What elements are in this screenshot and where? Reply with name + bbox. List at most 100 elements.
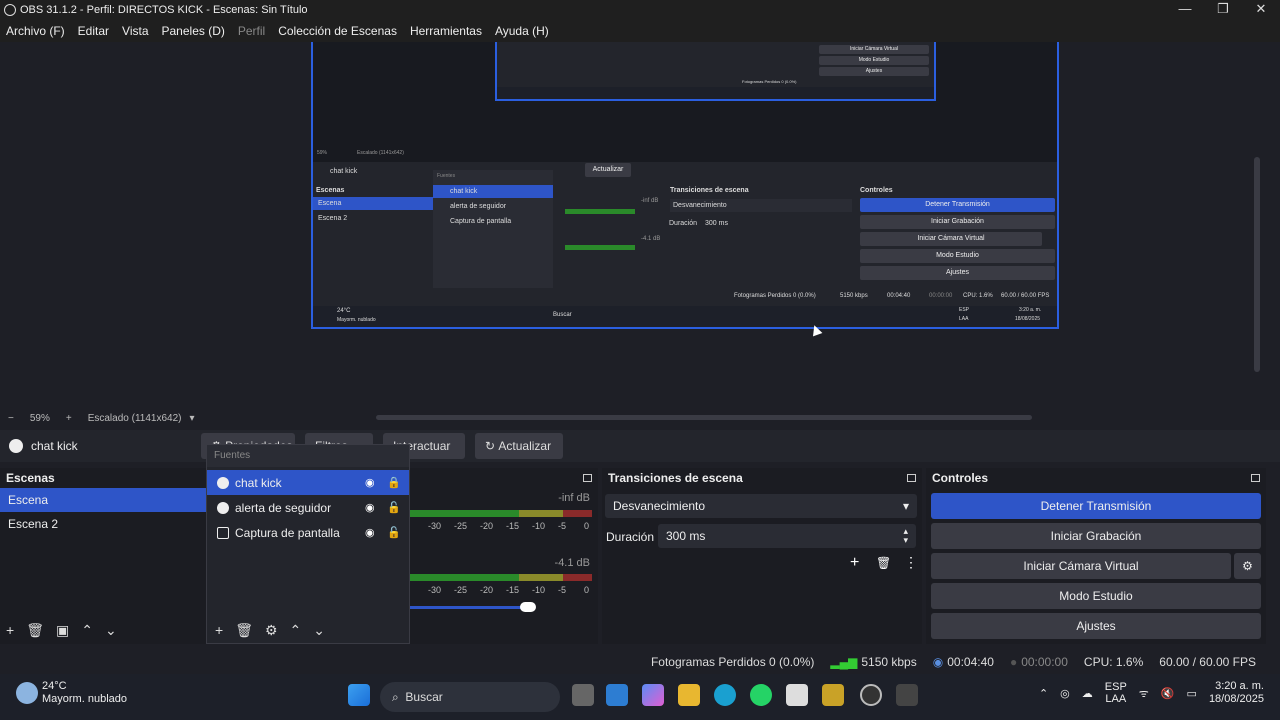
minimize-button[interactable]: — [1166, 0, 1204, 20]
horizontal-scroll-thumb[interactable] [376, 415, 1032, 420]
fps-counter: 60.00 / 60.00 FPS [1159, 655, 1256, 669]
language-indicator[interactable]: ESP LAA [1105, 681, 1127, 705]
move-up-icon[interactable]: ⌃ [290, 622, 302, 639]
window-controls: — ❐ ✕ [1166, 0, 1280, 20]
move-down-icon[interactable]: ⌄ [105, 622, 117, 639]
menu-perfil[interactable]: Perfil [238, 24, 265, 38]
close-button[interactable]: ✕ [1242, 0, 1280, 20]
mini-virtual-cam: Iniciar Cámara Virtual [819, 45, 929, 54]
inner-refresh: Actualizar [585, 163, 631, 177]
more-options-icon[interactable]: ⋮ [904, 554, 918, 571]
game-icon[interactable] [822, 684, 844, 706]
source-item-captura[interactable]: Captura de pantalla ◉ 🔓 [207, 520, 409, 545]
inner-lang2: LAA [959, 316, 969, 322]
preview-area[interactable]: Iniciar Cámara Virtual Modo Estudio Ajus… [0, 42, 1252, 410]
visibility-eye-icon[interactable]: ◉ [365, 476, 377, 489]
vertical-scroll-thumb[interactable] [1254, 157, 1260, 372]
inner-start-rec: Iniciar Grabación [860, 215, 1055, 229]
mixer-header [410, 468, 598, 488]
refresh-button[interactable]: ↻ Actualizar [475, 433, 563, 459]
volume-slider-handle[interactable] [520, 602, 536, 612]
menu-archivo[interactable]: Archivo (F) [6, 24, 65, 38]
scene-filters-icon[interactable]: ▣ [56, 622, 69, 639]
remove-source-icon[interactable]: 🗑 [235, 622, 253, 639]
scenes-title: Escenas [6, 471, 55, 485]
menu-editar[interactable]: Editar [78, 24, 109, 38]
scene-item[interactable]: Escena [0, 488, 206, 512]
system-clock[interactable]: 3:20 a. m. 18/08/2025 [1209, 680, 1264, 706]
start-virtual-cam-button[interactable]: Iniciar Cámara Virtual [931, 553, 1231, 579]
clock-time: 3:20 a. m. [1215, 680, 1264, 692]
onedrive-icon[interactable]: ☁ [1082, 687, 1093, 700]
weather-widget[interactable]: 24°C Mayorm. nublado [16, 680, 127, 706]
inner-stop-stream: Detener Transmisión [860, 198, 1055, 212]
tray-obs-icon[interactable]: ◎ [1060, 687, 1070, 700]
record-icon: ● [1009, 655, 1018, 669]
zoom-in-button[interactable]: + [66, 413, 72, 424]
tray-chevron-up-icon[interactable]: ⌃ [1039, 687, 1048, 700]
menu-bar: Archivo (F) Editar Vista Paneles (D) Per… [0, 20, 1280, 42]
volume-slider[interactable] [410, 606, 530, 609]
scene-item[interactable]: Escena 2 [0, 512, 206, 536]
add-transition-icon[interactable]: + [850, 554, 859, 572]
transition-select[interactable]: Desvanecimiento ▾ [605, 494, 917, 518]
float-dock-icon[interactable] [583, 474, 592, 482]
wifi-icon[interactable]: ᯤ [1139, 686, 1149, 701]
virtual-cam-settings-button[interactable]: ⚙ [1234, 553, 1261, 579]
store-icon[interactable] [786, 684, 808, 706]
task-view-icon[interactable] [572, 684, 594, 706]
unlock-icon[interactable]: 🔓 [387, 501, 401, 514]
stop-stream-button[interactable]: Detener Transmisión [931, 493, 1261, 519]
inner-sources-title: Fuentes [437, 173, 456, 179]
volume-muted-icon[interactable]: 🔇 [1161, 687, 1175, 700]
menu-herramientas[interactable]: Herramientas [410, 24, 482, 38]
vscode-icon[interactable] [606, 684, 628, 706]
zoom-out-button[interactable]: − [8, 413, 14, 424]
menu-ayuda[interactable]: Ayuda (H) [495, 24, 549, 38]
duration-label: Duración [606, 530, 655, 544]
remove-scene-icon[interactable]: 🗑 [26, 622, 44, 639]
remove-transition-icon[interactable]: 🗑 [876, 556, 891, 570]
unlock-icon[interactable]: 🔓 [387, 526, 401, 539]
float-dock-icon[interactable] [1251, 474, 1260, 482]
visibility-eye-icon[interactable]: ◉ [365, 526, 377, 539]
meter-2-ticks: -30 -25 -20 -15 -10 -5 0 [428, 585, 590, 595]
controls-title: Controles [932, 471, 989, 485]
obs-taskbar-icon[interactable] [860, 684, 882, 706]
source-item-chat-kick[interactable]: chat kick ◉ 🔒 [207, 470, 409, 495]
menu-vista[interactable]: Vista [122, 24, 148, 38]
preview-vertical-scrollbar[interactable] [1252, 42, 1280, 430]
battery-icon[interactable]: ▭ [1187, 687, 1197, 700]
preview-canvas[interactable]: Iniciar Cámara Virtual Modo Estudio Ajus… [311, 42, 1059, 329]
add-source-icon[interactable]: + [215, 622, 223, 639]
move-down-icon[interactable]: ⌄ [313, 622, 325, 639]
menu-coleccion-escenas[interactable]: Colección de Escenas [278, 24, 397, 38]
weather-desc: Mayorm. nublado [42, 693, 127, 705]
weather-cloud-icon [16, 682, 38, 704]
scenes-footer: + 🗑 ▣ ⌃ ⌄ [0, 620, 129, 640]
add-scene-icon[interactable]: + [6, 622, 14, 638]
taskbar-search[interactable]: ⌕ Buscar [380, 682, 560, 712]
app-taskbar-icon[interactable] [896, 684, 918, 706]
start-recording-button[interactable]: Iniciar Grabación [931, 523, 1261, 549]
float-dock-icon[interactable] [907, 474, 916, 482]
windows-start-icon[interactable] [348, 684, 370, 706]
visibility-eye-icon[interactable]: ◉ [365, 501, 377, 514]
maximize-button[interactable]: ❐ [1204, 0, 1242, 20]
edge-icon[interactable] [714, 684, 736, 706]
settings-button[interactable]: Ajustes [931, 613, 1261, 639]
menu-paneles[interactable]: Paneles (D) [162, 24, 225, 38]
whatsapp-icon[interactable] [750, 684, 772, 706]
source-properties-gear-icon[interactable]: ⚙ [265, 622, 278, 639]
inner-source-3: Captura de pantalla [450, 218, 512, 225]
file-explorer-icon[interactable] [678, 684, 700, 706]
spin-arrows-icon[interactable]: ▴ ▾ [903, 527, 908, 545]
source-item-alerta[interactable]: alerta de seguidor ◉ 🔓 [207, 495, 409, 520]
move-up-icon[interactable]: ⌃ [81, 622, 93, 639]
copilot-icon[interactable] [642, 684, 664, 706]
scale-dropdown-icon[interactable]: ▾ [189, 413, 194, 424]
duration-spinbox[interactable]: 300 ms ▴ ▾ [658, 524, 916, 548]
studio-mode-button[interactable]: Modo Estudio [931, 583, 1261, 609]
scenes-header: Escenas [0, 468, 206, 488]
lock-icon[interactable]: 🔒 [387, 476, 401, 489]
